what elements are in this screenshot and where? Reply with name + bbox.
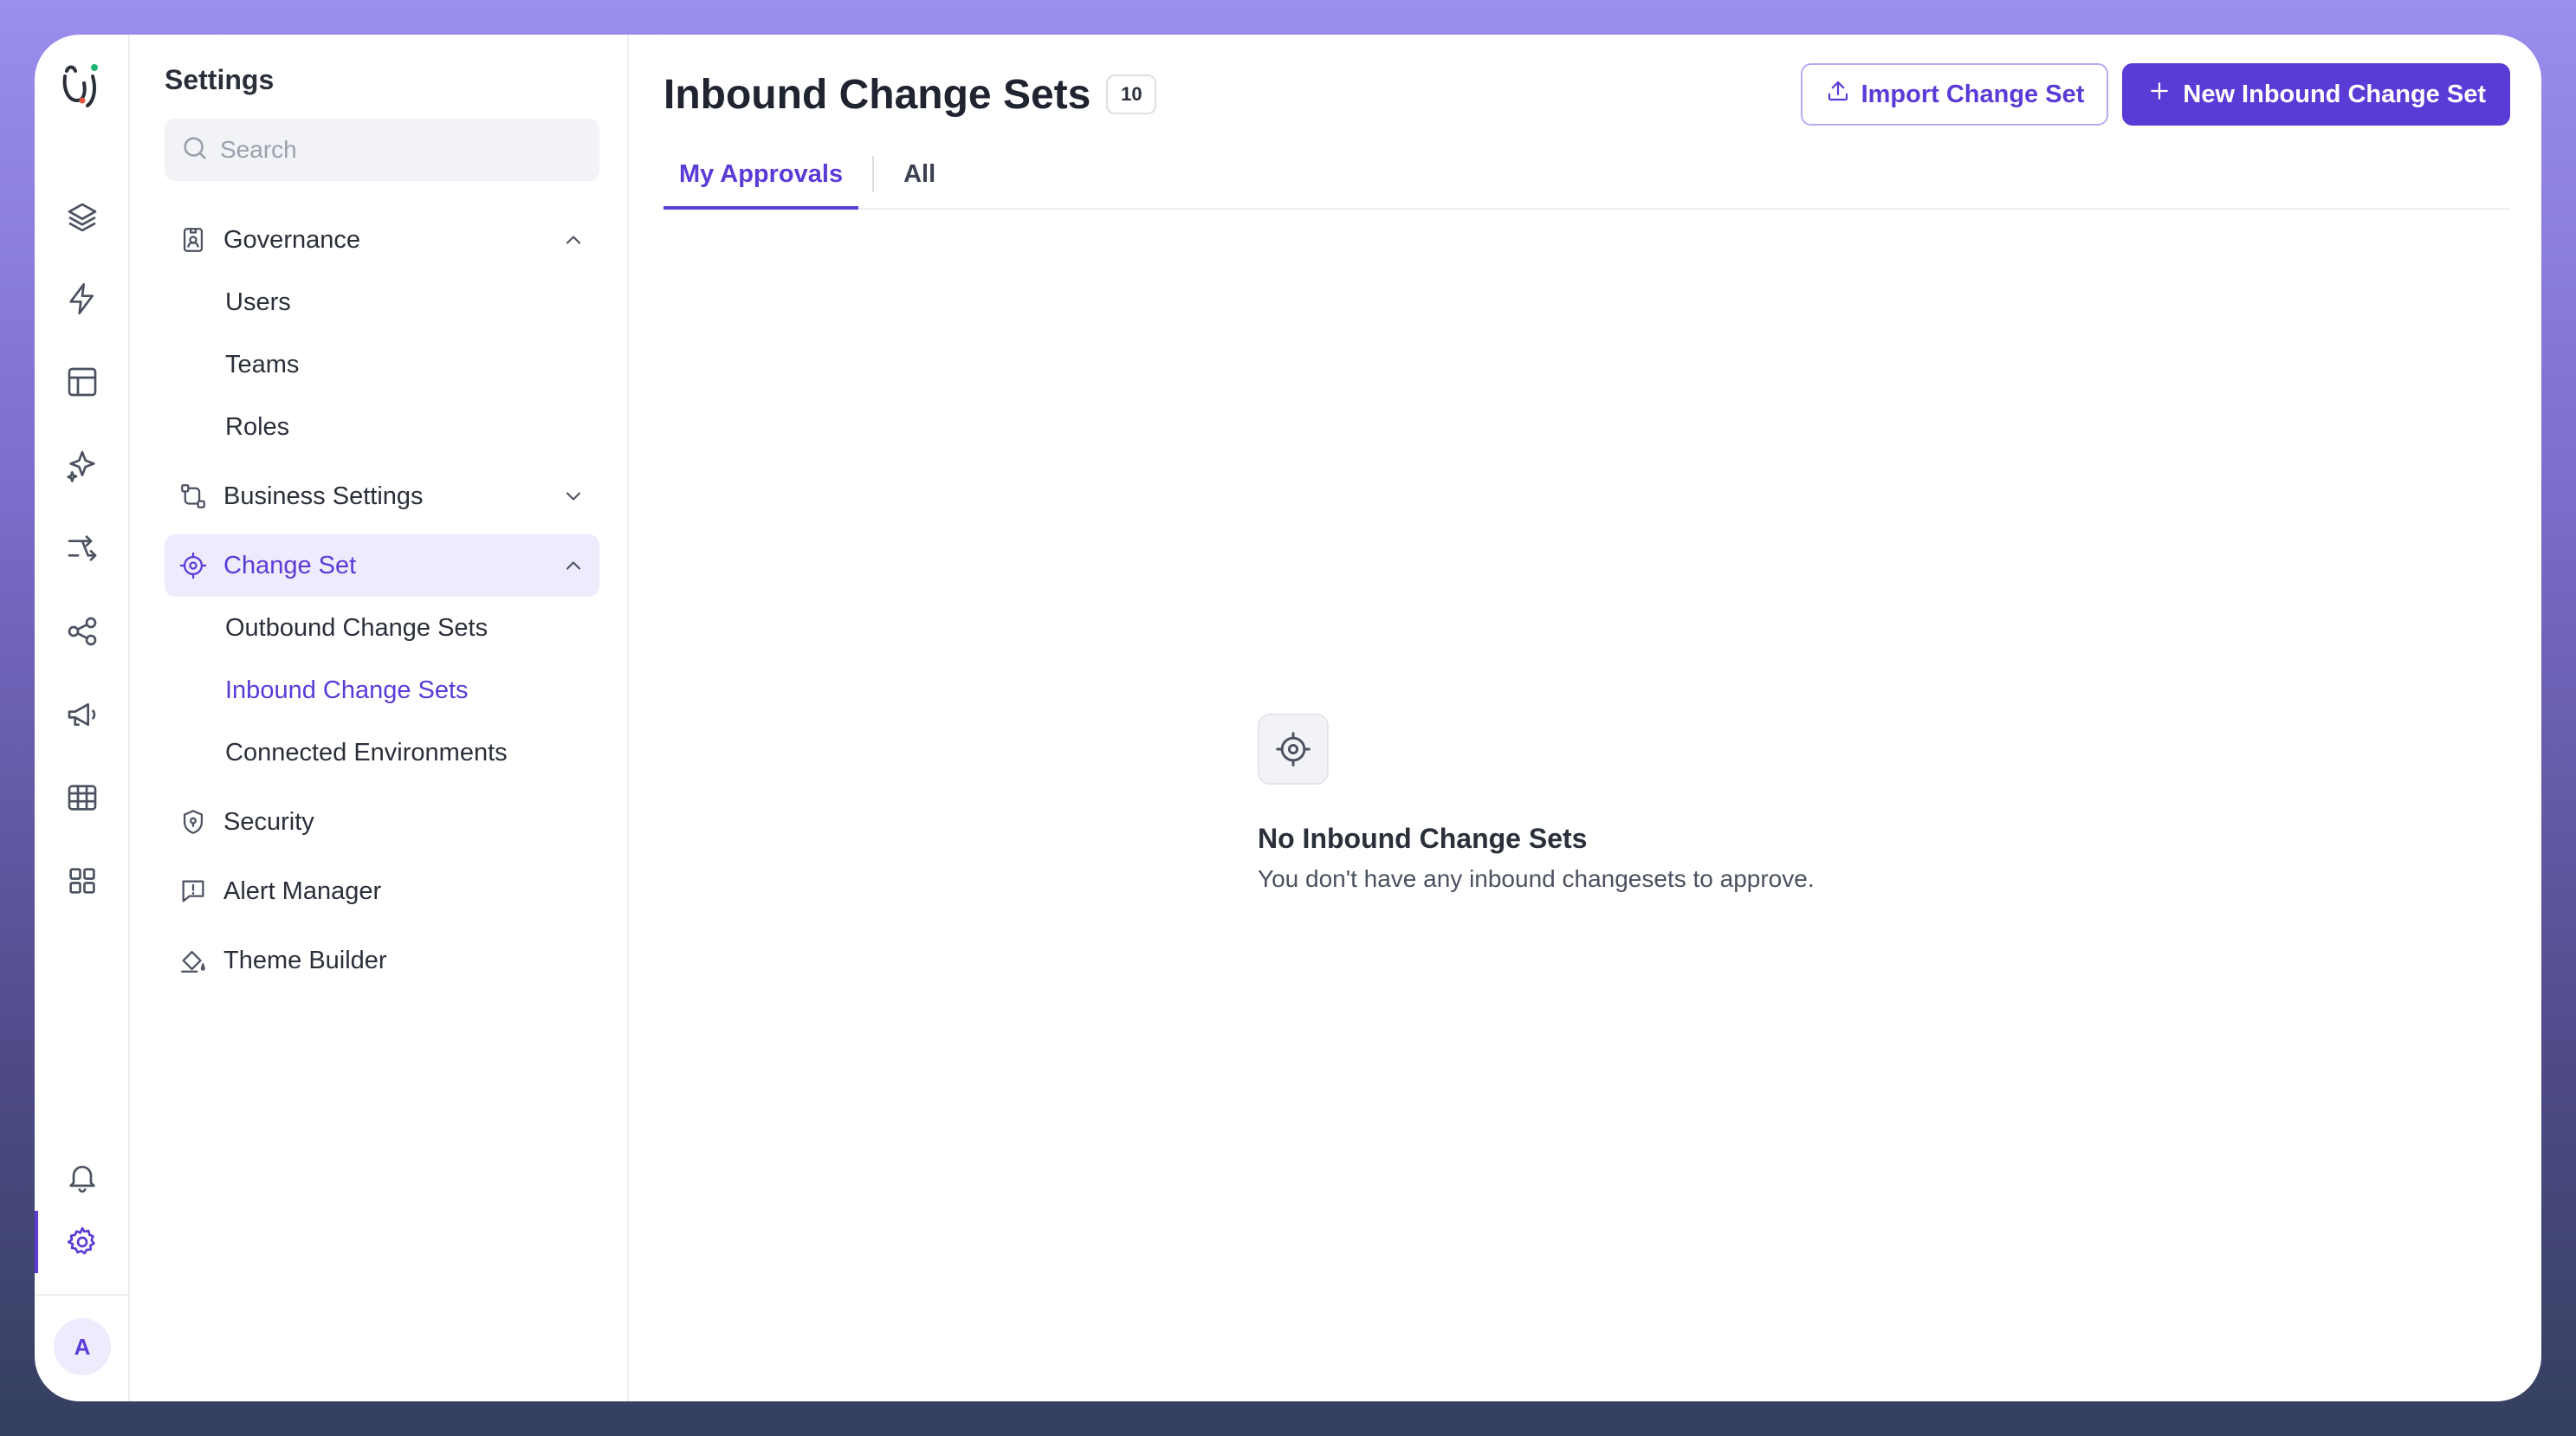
tab-my-approvals[interactable]: My Approvals (663, 140, 859, 210)
lightning-icon[interactable] (64, 281, 100, 317)
chevron-up-icon[interactable] (561, 228, 586, 252)
sidebar-group-label: Governance (223, 225, 360, 254)
sidebar-title: Settings (165, 64, 275, 95)
plus-icon (2146, 78, 2172, 111)
bell-icon[interactable] (64, 1159, 100, 1195)
header-actions: Import Change Set New Inbound Change Set (1800, 63, 2510, 126)
chevron-up-icon[interactable] (561, 553, 586, 578)
tab-bar: My Approvals All (663, 140, 2510, 210)
tab-divider (872, 156, 875, 192)
apps-grid-icon[interactable] (64, 863, 100, 899)
routing-icon[interactable] (64, 530, 100, 566)
main-content: Inbound Change Sets 10 Import Change Set… (629, 35, 2541, 1401)
workflow-icon (178, 482, 208, 511)
sidebar-group-change-set[interactable]: Change Set (165, 534, 599, 597)
settings-sidebar: Settings Governance Users Teams Roles (130, 35, 629, 1401)
rail-divider (35, 1294, 128, 1296)
chevron-down-icon[interactable] (561, 484, 586, 508)
empty-state-title: No Inbound Change Sets (1258, 823, 1588, 854)
count-badge: 10 (1106, 74, 1157, 114)
paint-bucket-icon (178, 946, 208, 975)
layout-icon[interactable] (64, 364, 100, 400)
layers-icon[interactable] (64, 199, 100, 236)
avatar[interactable]: A (54, 1318, 111, 1375)
settings-nav: Governance Users Teams Roles Business Se… (165, 209, 599, 992)
sparkles-icon[interactable] (64, 447, 100, 483)
sidebar-item-label: Security (223, 807, 314, 836)
search-input[interactable] (220, 136, 584, 164)
page-title: Inbound Change Sets (663, 71, 1091, 118)
search-box[interactable] (165, 119, 599, 181)
id-badge-icon (178, 225, 208, 255)
table-icon[interactable] (64, 779, 100, 816)
app-window: A Settings Governance Users Teams R (35, 35, 2541, 1401)
sidebar-item-security[interactable]: Security (165, 791, 599, 853)
search-icon (180, 133, 210, 167)
sidebar-group-governance[interactable]: Governance (165, 209, 599, 271)
shield-icon (178, 807, 208, 837)
page-header: Inbound Change Sets 10 Import Change Set… (663, 35, 2510, 140)
sidebar-item-roles[interactable]: Roles (165, 396, 599, 458)
sidebar-item-theme-builder[interactable]: Theme Builder (165, 929, 599, 992)
tab-all[interactable]: All (888, 140, 951, 208)
icon-rail: A (35, 35, 130, 1401)
megaphone-icon[interactable] (64, 696, 100, 733)
sidebar-item-inbound-change-sets[interactable]: Inbound Change Sets (165, 659, 599, 721)
upload-icon (1825, 78, 1851, 111)
sidebar-item-users[interactable]: Users (165, 271, 599, 333)
sidebar-item-outbound-change-sets[interactable]: Outbound Change Sets (165, 597, 599, 659)
button-label: New Inbound Change Set (2183, 80, 2486, 108)
gear-icon[interactable] (64, 1224, 100, 1260)
sidebar-item-label: Theme Builder (223, 946, 387, 974)
rail-active-indicator (35, 1211, 38, 1273)
empty-state-description: You don't have any inbound changesets to… (1258, 865, 1815, 892)
share-icon[interactable] (64, 613, 100, 650)
sidebar-item-connected-environments[interactable]: Connected Environments (165, 721, 599, 784)
sidebar-item-teams[interactable]: Teams (165, 333, 599, 396)
sidebar-group-business-settings[interactable]: Business Settings (165, 465, 599, 527)
empty-state: No Inbound Change Sets You don't have an… (1258, 714, 1815, 893)
button-label: Import Change Set (1861, 80, 2085, 108)
sidebar-item-label: Alert Manager (223, 876, 382, 905)
import-change-set-button[interactable]: Import Change Set (1800, 63, 2109, 126)
sidebar-group-label: Business Settings (223, 482, 424, 510)
sidebar-group-label: Change Set (223, 551, 357, 579)
alert-message-icon (178, 876, 208, 906)
target-icon (1258, 714, 1329, 785)
target-icon (178, 551, 208, 580)
new-inbound-change-set-button[interactable]: New Inbound Change Set (2122, 63, 2510, 126)
app-logo[interactable] (58, 57, 107, 111)
sidebar-item-alert-manager[interactable]: Alert Manager (165, 860, 599, 922)
